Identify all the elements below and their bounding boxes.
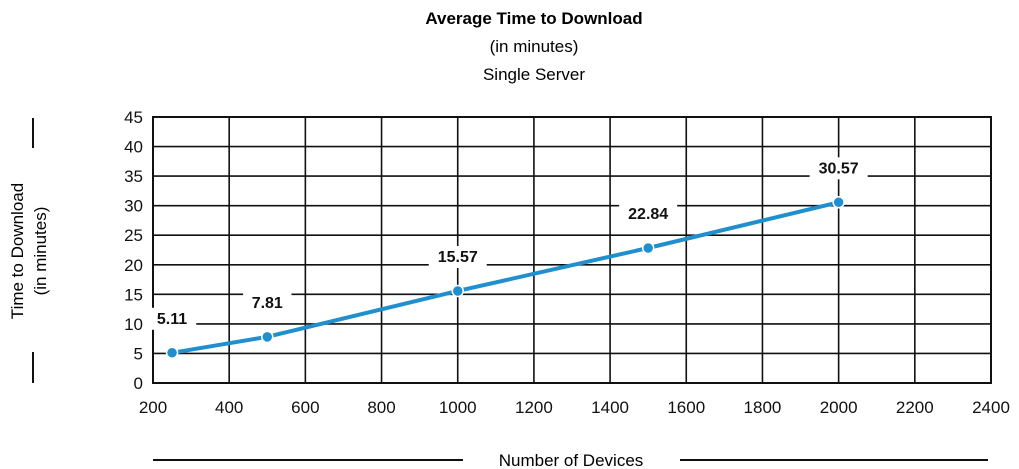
x-tick-label: 2000 [820,398,858,417]
x-tick-label: 200 [139,398,167,417]
chart-subtitle-1: (in minutes) [490,37,579,56]
x-tick-label: 2200 [896,398,934,417]
y-tick-label: 30 [124,197,143,216]
y-tick-label: 0 [134,374,143,393]
x-tick-label: 1400 [591,398,629,417]
line-chart: Average Time to Download (in minutes) Si… [8,9,1010,469]
data-label: 22.84 [628,206,668,223]
data-label: 7.81 [252,295,283,312]
y-tick-label: 40 [124,138,143,157]
y-tick-label: 5 [134,344,143,363]
y-tick-label: 35 [124,167,143,186]
x-tick-label: 1000 [439,398,477,417]
data-label: 30.57 [819,160,859,177]
data-point [451,284,464,298]
x-tick-label: 1800 [744,398,782,417]
y-axis: 0 5 10 15 20 25 30 35 40 45 [124,108,143,393]
y-tick-label: 20 [124,256,143,275]
chart-titles: Average Time to Download (in minutes) Si… [425,9,642,84]
y-tick-label: 25 [124,226,143,245]
plot-area [152,116,992,384]
y-tick-label: 45 [124,108,143,127]
chart-subtitle-2: Single Server [483,65,585,84]
data-label: 15.57 [438,249,478,266]
y-axis-label-line-1: Time to Download [8,183,27,319]
x-axis-label: Number of Devices [153,451,988,469]
x-axis: 200 400 600 800 1000 1200 1400 1600 1800 2000 2200… [139,398,1010,417]
data-point [165,346,179,360]
x-tick-label: 600 [291,398,319,417]
data-point [261,330,274,344]
plot-frame [152,116,992,384]
x-axis-label-text: Number of Devices [499,451,644,469]
data-label: 5.11 [157,311,187,328]
x-tick-label: 1600 [667,398,705,417]
data-point [832,196,845,209]
x-tick-label: 800 [367,398,395,417]
y-tick-label: 10 [124,315,143,334]
chart-title: Average Time to Download [425,9,642,28]
x-tick-label: 400 [215,398,243,417]
y-tick-label: 15 [124,285,143,304]
data-point [641,241,655,255]
x-tick-label: 1200 [515,398,553,417]
y-axis-label-line-2: (in minutes) [31,207,50,296]
x-tick-label: 2400 [972,398,1010,417]
y-axis-label: Time to Download (in minutes) [8,118,50,383]
